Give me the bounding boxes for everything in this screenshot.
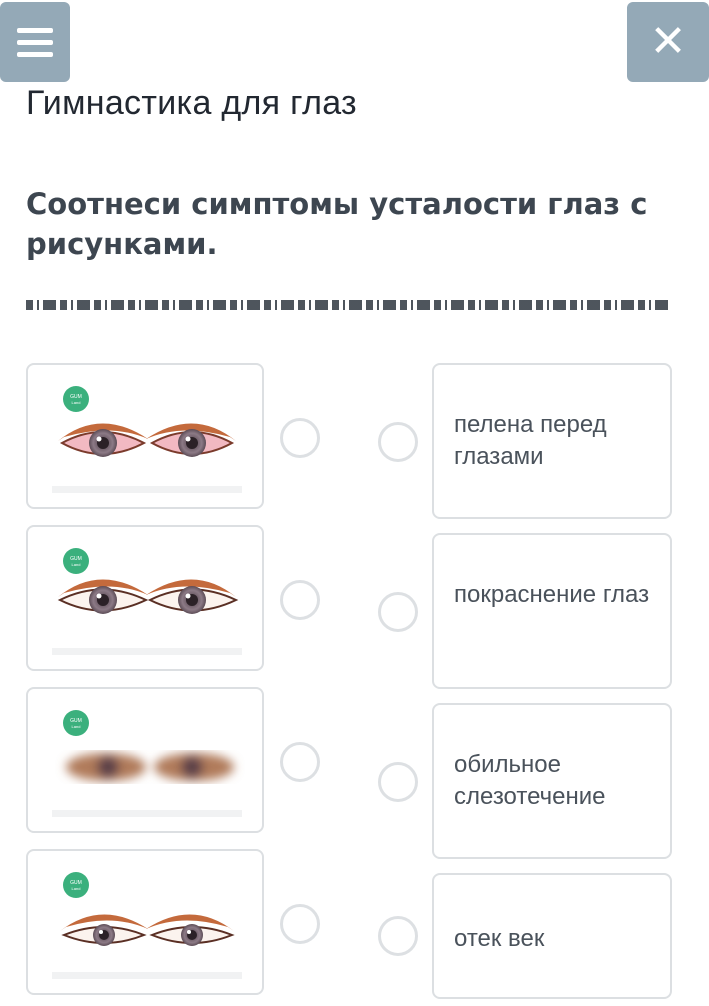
answer-label: покраснение глаз: [454, 581, 650, 608]
answer-label: пелена перед глазами: [454, 411, 607, 470]
card-stripe: [52, 810, 242, 817]
left-radio-1[interactable]: [280, 418, 320, 458]
answer-label: обильное слезотечение: [454, 751, 606, 810]
hamburger-icon: [17, 27, 53, 57]
card-stripe: [52, 648, 242, 655]
image-card[interactable]: GUM Land: [26, 687, 264, 833]
answer-card[interactable]: покраснение глаз: [432, 533, 672, 689]
close-button[interactable]: ✕: [627, 2, 709, 82]
close-icon: ✕: [649, 16, 687, 67]
image-card[interactable]: GUM Land: [26, 849, 264, 995]
answer-card[interactable]: пелена перед глазами: [432, 363, 672, 519]
right-radio-1[interactable]: [378, 422, 418, 462]
svg-text:Land: Land: [72, 724, 81, 729]
left-radio-3[interactable]: [280, 742, 320, 782]
image-card[interactable]: GUM Land: [26, 525, 264, 671]
left-radio-2[interactable]: [280, 580, 320, 620]
cut-off-text-line: [26, 300, 672, 310]
svg-text:Land: Land: [72, 562, 81, 567]
svg-text:Land: Land: [72, 400, 81, 405]
card-stripe: [52, 972, 242, 979]
question-text: Соотнеси симптомы усталости глаз с рисун…: [26, 187, 648, 261]
svg-text:Land: Land: [72, 886, 81, 891]
answer-card[interactable]: отек век: [432, 873, 672, 999]
answer-label: отек век: [454, 925, 545, 952]
right-radio-4[interactable]: [378, 916, 418, 956]
image-card[interactable]: GUM Land: [26, 363, 264, 509]
right-radio-3[interactable]: [378, 762, 418, 802]
card-stripe: [52, 486, 242, 493]
right-radio-2[interactable]: [378, 592, 418, 632]
page-title: Гимнастика для глаз: [26, 84, 357, 122]
menu-button[interactable]: [0, 2, 70, 82]
left-radio-4[interactable]: [280, 904, 320, 944]
answer-card[interactable]: обильное слезотечение: [432, 703, 672, 859]
